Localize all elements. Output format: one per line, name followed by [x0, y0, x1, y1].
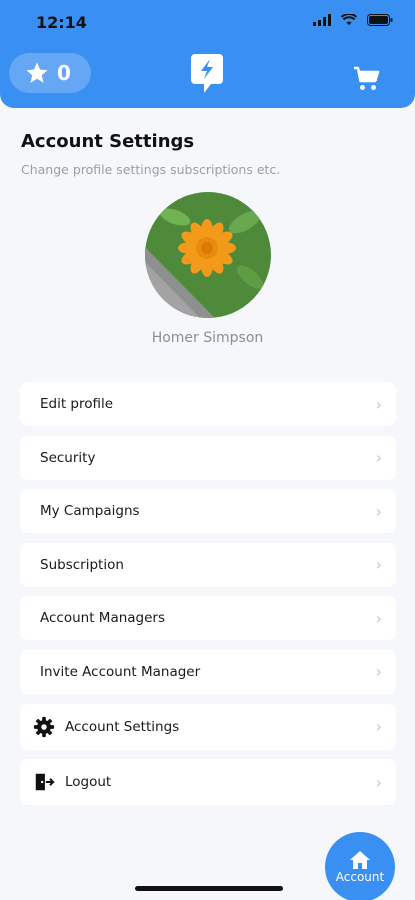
- logout-icon: [35, 773, 55, 791]
- menu-item-label: Security: [40, 449, 96, 466]
- star-icon: [26, 62, 48, 83]
- status-bar: 12:14: [0, 0, 415, 44]
- menu-item-account-managers[interactable]: Account Managers ›: [20, 596, 396, 641]
- menu-item-label: Logout: [65, 774, 112, 791]
- menu-item-account-settings[interactable]: Account Settings ›: [20, 703, 396, 750]
- menu-item-label: My Campaigns: [40, 503, 140, 520]
- menu-item-label: Invite Account Manager: [40, 663, 201, 680]
- star-count: 0: [57, 61, 71, 85]
- menu-item-my-campaigns[interactable]: My Campaigns ›: [20, 489, 396, 534]
- profile-name: Homer Simpson: [151, 330, 264, 346]
- home-icon: [350, 851, 370, 869]
- app-header: 0: [0, 44, 415, 108]
- battery-icon: [367, 14, 393, 26]
- menu-item-logout[interactable]: Logout ›: [20, 759, 396, 806]
- menu-item-security[interactable]: Security ›: [20, 435, 396, 480]
- menu-item-edit-profile[interactable]: Edit profile ›: [20, 382, 396, 426]
- gear-icon: [33, 716, 55, 737]
- chevron-right-icon: ›: [375, 501, 382, 521]
- account-tab-button[interactable]: Account: [325, 832, 395, 900]
- chevron-right-icon: ›: [375, 717, 382, 737]
- chevron-right-icon: ›: [375, 394, 382, 414]
- menu-item-label: Subscription: [40, 556, 124, 573]
- menu-item-label: Account Settings: [65, 718, 180, 735]
- menu-item-subscription[interactable]: Subscription ›: [20, 542, 396, 587]
- chevron-right-icon: ›: [375, 448, 382, 468]
- page-subtitle: Change profile settings subscriptions et…: [21, 162, 281, 177]
- avatar-photo: [145, 192, 271, 318]
- avatar[interactable]: [145, 192, 271, 318]
- app-logo-icon[interactable]: [189, 52, 225, 96]
- menu-item-label: Account Managers: [40, 610, 166, 627]
- system-icons: [313, 14, 393, 26]
- stars-button[interactable]: 0: [9, 53, 91, 93]
- settings-menu: Edit profile › Security › My Campaigns ›…: [20, 382, 396, 815]
- chevron-right-icon: ›: [375, 772, 382, 792]
- home-indicator: [135, 886, 283, 891]
- chevron-right-icon: ›: [375, 555, 382, 575]
- chevron-right-icon: ›: [375, 662, 382, 682]
- status-time: 12:14: [36, 13, 87, 32]
- menu-item-label: Edit profile: [40, 396, 114, 412]
- account-tab-label: Account: [335, 870, 385, 884]
- page-title: Account Settings: [21, 131, 195, 152]
- menu-item-invite-account-manager[interactable]: Invite Account Manager ›: [20, 649, 396, 694]
- chevron-right-icon: ›: [375, 608, 382, 628]
- cart-icon[interactable]: [353, 66, 381, 92]
- signal-icon: [313, 14, 331, 26]
- wifi-icon: [341, 14, 357, 25]
